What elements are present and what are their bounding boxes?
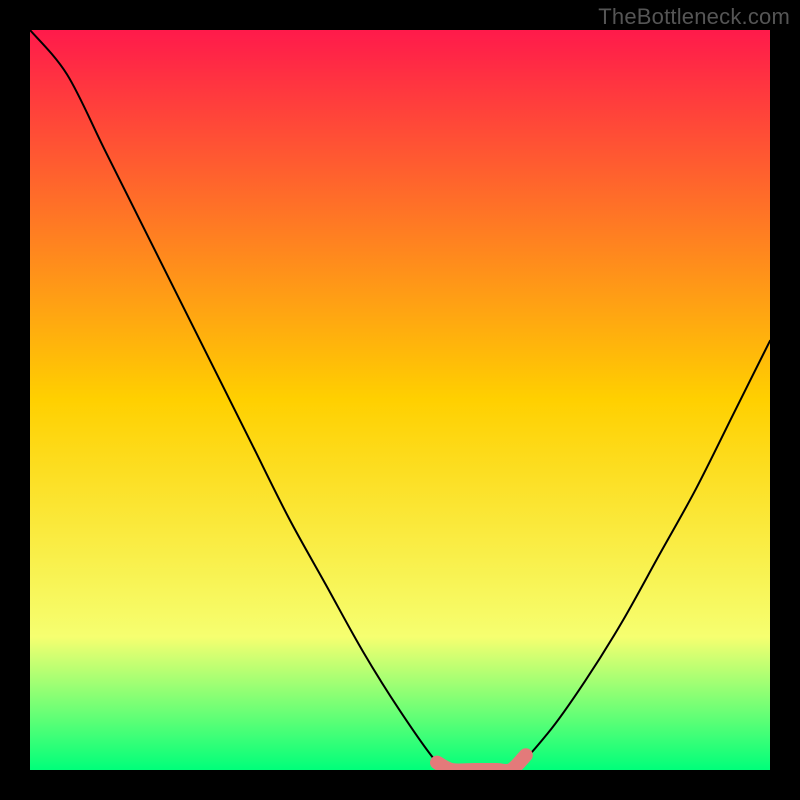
gradient-background <box>30 30 770 770</box>
chart-frame: TheBottleneck.com <box>0 0 800 800</box>
plot-svg <box>30 30 770 770</box>
plot-area <box>30 30 770 770</box>
watermark-text: TheBottleneck.com <box>598 4 790 30</box>
